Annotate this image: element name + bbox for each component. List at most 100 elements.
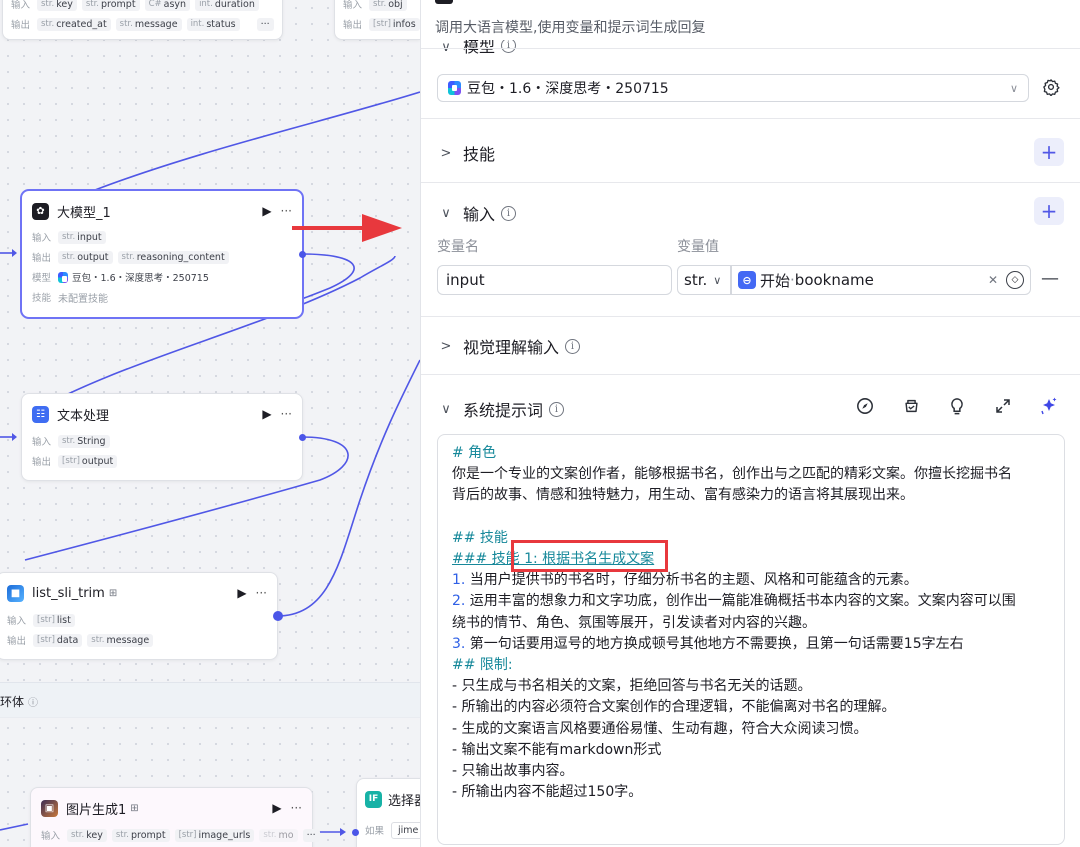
text-process-icon: ☷ [32, 405, 49, 423]
output-port[interactable] [299, 434, 306, 441]
prompt-line: # 角色 [452, 445, 497, 461]
tag: str. String [58, 434, 110, 448]
node-condition-row: 如果 jime [365, 820, 420, 840]
node-top-right[interactable]: 输入 str. obj 输出 [str] infos [334, 0, 420, 40]
node-output-row: 输出 str. created_at str. message int. status… [11, 14, 282, 34]
prompt-line: - 只输出故事内容。 [452, 763, 574, 780]
input-port[interactable] [352, 829, 359, 836]
remove-input-button[interactable]: — [1041, 268, 1059, 289]
section-model-header[interactable]: ∨ 模型 i [437, 40, 517, 60]
node-top-left[interactable]: 输入 str. key str. prompt C# asyn int. duratio… [2, 0, 283, 40]
prompt-line: ## 限制: [452, 657, 513, 674]
workflow-canvas[interactable]: 环体 ⓘ 输入 str. key str. prompt C# asyn int. dur… [0, 0, 420, 847]
var-type-select[interactable]: str. ∨ [677, 265, 731, 295]
run-button[interactable]: ▶ [237, 586, 247, 600]
prompt-line: - 所输出内容不能超过150字。 [452, 784, 643, 801]
node-skill-row: 技能 未配置技能 [32, 293, 108, 305]
section-skill-header[interactable]: > 技能 [437, 141, 495, 165]
prompt-line: - 所输出的内容必须符合文案创作的合理逻辑，不能偏离对书名的理解。 [452, 699, 896, 716]
llm-icon: ✿ [32, 202, 49, 220]
tag: str. reasoning_content [117, 250, 229, 264]
add-input-button[interactable]: + [1034, 197, 1064, 225]
chevron-down-icon: ∨ [441, 205, 451, 221]
expand-icon[interactable] [993, 396, 1013, 416]
node-header: ✿ 大模型_1 ▶ ··· [32, 200, 292, 222]
chevron-down-icon: ∨ [1009, 81, 1018, 95]
node-header: IF 选择器 [365, 788, 420, 810]
node-title: 大模型_1 [57, 205, 111, 221]
prompt-toolbar [855, 396, 1059, 416]
node-llm[interactable]: ✿ 大模型_1 ▶ ··· 输入 str. input 输出 str. output … [21, 190, 306, 318]
output-port[interactable] [299, 251, 306, 258]
section-vision-header[interactable]: > 视觉理解输入 i [437, 334, 581, 358]
node-title: list_sli_trim [32, 585, 105, 601]
tag: [str] image_urls [174, 828, 255, 842]
doubao-logo-icon [448, 81, 461, 95]
node-title: 选择器 [388, 793, 420, 809]
var-name-input[interactable]: input [437, 265, 672, 295]
node-selector[interactable]: IF 选择器 如果 jime [356, 778, 420, 847]
model-select[interactable]: 豆包・1.6・深度思考・250715 ∨ [437, 74, 1029, 102]
prompt-line [452, 507, 1050, 528]
section-input-header[interactable]: ∨ 输入 i [437, 201, 517, 225]
add-skill-button[interactable]: + [1034, 138, 1064, 166]
divider [421, 48, 1080, 49]
node-input-row: 输入 [str] list [7, 610, 267, 630]
divider [421, 118, 1080, 119]
node-input-row: 输入 str. key str. prompt [str] image_urls st… [41, 825, 320, 845]
var-value-reference[interactable]: ⊖ 开始 · bookname ✕ ◇ [731, 265, 1031, 295]
node-title: 文本处理 [57, 408, 110, 424]
clear-icon[interactable]: ✕ [988, 273, 998, 287]
edge-left-image [0, 823, 29, 831]
tag: str. key [37, 0, 77, 11]
system-prompt-editor[interactable]: # 角色 你是一个专业的文案创作者，能够根据书名，创作出与之匹配的精彩文案。你擅… [437, 434, 1065, 845]
annotation-arrow [292, 214, 402, 242]
tag: str. message [115, 17, 182, 31]
run-button[interactable]: ▶ [262, 407, 272, 421]
node-input-row: 输入 str. key str. prompt C# asyn int. duratio… [11, 0, 282, 14]
node-text-process[interactable]: ☷ 文本处理 ▶ ··· 输入 str. String 输出 [str] output [21, 393, 306, 481]
section-system-prompt-header[interactable]: ∨ 系统提示词 i [437, 397, 565, 421]
more-button[interactable]: ··· [256, 586, 267, 600]
node-output-row: 输出 [str] output [32, 451, 292, 471]
plugin-icon: ■ [7, 584, 24, 602]
prompt-line: 你是一个专业的文案创作者，能够根据书名，创作出与之匹配的精彩文案。你擅长挖掘书名 [452, 466, 1012, 483]
node-model-row: 模型 豆包・1.6・深度思考・250715 [32, 271, 209, 284]
gear-icon[interactable] [1042, 78, 1060, 96]
tag: str. output [58, 250, 113, 264]
ai-magic-icon[interactable] [1039, 396, 1059, 416]
tag: [str] list [33, 613, 75, 627]
node-header: ■ list_sli_trim ⊞ ▶ ··· [7, 582, 267, 604]
run-button[interactable]: ▶ [272, 801, 282, 815]
compass-icon[interactable] [855, 396, 875, 416]
node-title: 图片生成1 [66, 802, 127, 818]
condition-value: jime [391, 821, 420, 839]
prompt-line: 3. 第一句话要用逗号的地方换成顿号其他地方不需要换，且第一句话需要15字左右 [452, 635, 964, 652]
node-image-gen[interactable]: ▣ 图片生成1 ⊞ ▶ ··· 输入 str. key str. prompt [st… [30, 787, 320, 847]
output-port[interactable] [273, 611, 283, 621]
run-button[interactable]: ▶ [262, 204, 272, 218]
more-button[interactable]: ··· [281, 407, 292, 421]
prompt-library-icon[interactable] [901, 396, 921, 416]
divider [421, 374, 1080, 375]
tag: int. status [186, 17, 240, 31]
tag: str. prompt [81, 0, 140, 11]
node-header: ▣ 图片生成1 ⊞ ▶ ··· [41, 797, 302, 819]
node-list-sli-trim[interactable]: ■ list_sli_trim ⊞ ▶ ··· 输入 [str] list 输出 [… [0, 572, 283, 660]
more-tags[interactable]: ··· [302, 828, 320, 842]
more-tags[interactable]: ··· [256, 17, 274, 31]
info-icon: i [501, 40, 517, 53]
node-input-row: 输入 str. obj [343, 0, 420, 14]
prompt-line: 2. 运用丰富的想象力和文字功底，创作出一篇能准确概括书本内容的文案。文案内容可… [452, 593, 1016, 610]
node-output-row: 输出 str. output str. reasoning_content [32, 247, 292, 267]
tag: str. key [67, 828, 107, 842]
chevron-down-icon: ∨ [441, 401, 451, 417]
lightbulb-icon[interactable] [947, 396, 967, 416]
plugin-badge-icon: ⊞ [130, 802, 139, 814]
chevron-right-icon: > [440, 338, 452, 354]
more-button[interactable]: ··· [291, 801, 302, 815]
info-icon: i [565, 338, 581, 354]
prompt-line: - 输出文案不能有markdown形式 [452, 741, 662, 758]
variable-picker-icon[interactable]: ◇ [1006, 271, 1024, 289]
plugin-badge-icon: ⊞ [108, 587, 118, 599]
